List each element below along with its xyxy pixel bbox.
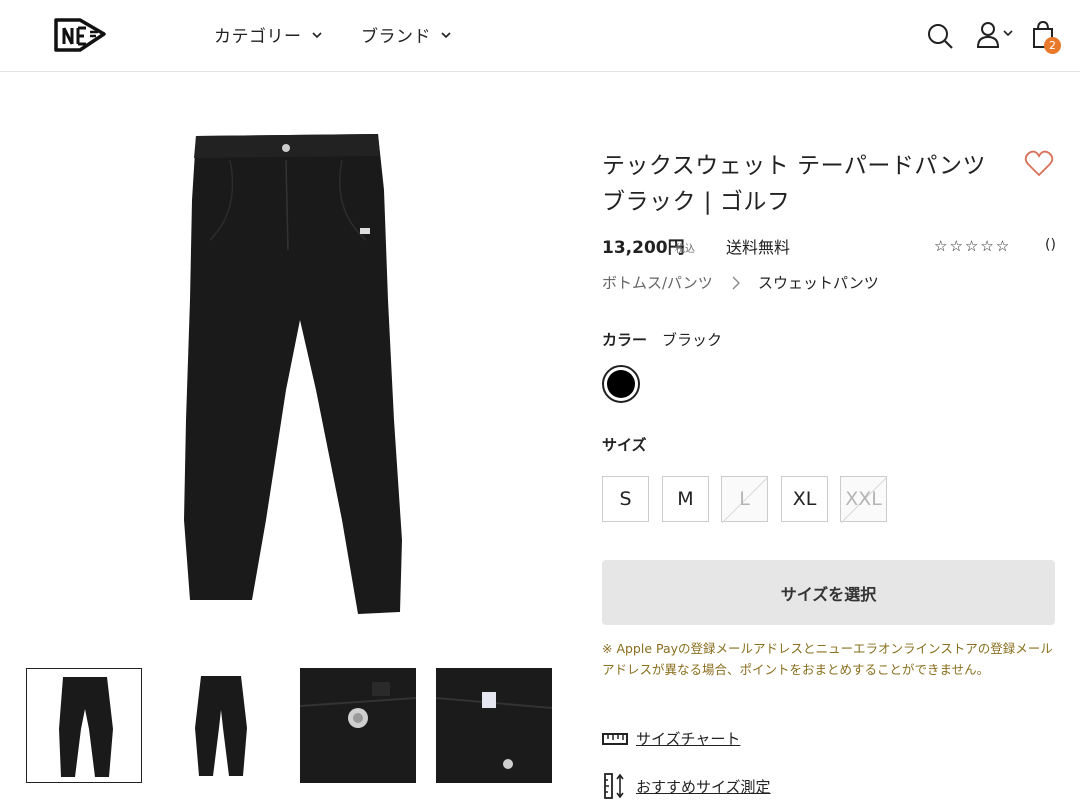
rating-stars[interactable]: ☆☆☆☆☆ bbox=[934, 237, 1011, 255]
breadcrumb-sweatpants[interactable]: スウェットパンツ bbox=[758, 272, 879, 293]
chevron-down-icon bbox=[441, 31, 451, 38]
size-label: サイズ bbox=[602, 436, 647, 454]
color-swatch-black[interactable] bbox=[602, 365, 640, 403]
size-option-label: XXL bbox=[845, 488, 882, 510]
recommended-size-label: おすすめサイズ測定 bbox=[636, 777, 771, 796]
favorite-heart-icon[interactable] bbox=[1024, 150, 1054, 178]
size-option-s[interactable]: S bbox=[602, 476, 649, 522]
chevron-down-icon bbox=[311, 31, 322, 38]
product-title: テックスウェット テーパードパンツ ブラック | ゴルフ bbox=[602, 148, 1002, 220]
size-option-label: XL bbox=[792, 488, 817, 510]
size-option-label: S bbox=[619, 488, 632, 510]
nav-categories[interactable]: カテゴリー bbox=[214, 22, 324, 47]
color-value: ブラック bbox=[662, 331, 723, 349]
size-option-l-unavailable[interactable]: L bbox=[721, 476, 769, 523]
site-header: カテゴリー ブランド 2 bbox=[0, 0, 1080, 72]
ruler-icon bbox=[602, 732, 628, 745]
product-title-line2: ブラック | ゴルフ bbox=[602, 189, 791, 215]
color-label: カラー bbox=[602, 331, 648, 349]
nav-brands[interactable]: ブランド bbox=[361, 22, 453, 47]
brand-logo-icon[interactable] bbox=[54, 16, 106, 54]
select-size-button[interactable]: サイズを選択 bbox=[602, 560, 1055, 625]
thumbnail-detail-waist-image bbox=[436, 668, 552, 783]
thumbnail-front-image bbox=[27, 669, 141, 782]
thumbnail-front[interactable] bbox=[26, 668, 142, 783]
size-option-m[interactable]: M bbox=[662, 476, 709, 522]
cart-count-badge: 2 bbox=[1044, 37, 1061, 54]
size-chart-link[interactable]: サイズチャート bbox=[602, 728, 740, 749]
recommended-size-link[interactable]: おすすめサイズ測定 bbox=[602, 772, 771, 800]
product-main-image[interactable] bbox=[170, 120, 430, 630]
thumbnail-back[interactable] bbox=[163, 668, 279, 783]
tax-label: 税込 bbox=[675, 244, 695, 255]
chevron-right-icon bbox=[732, 276, 740, 290]
color-swatch-fill bbox=[607, 370, 635, 398]
nav-categories-label: カテゴリー bbox=[214, 27, 302, 47]
thumbnail-detail-waist[interactable] bbox=[436, 668, 552, 783]
measure-icon bbox=[604, 773, 624, 799]
product-title-line1: テックスウェット テーパードパンツ bbox=[602, 153, 987, 179]
thumbnail-detail-button[interactable] bbox=[300, 668, 416, 783]
apple-pay-notice: ※ Apple Payの登録メールアドレスとニューエラオンラインストアの登録メー… bbox=[602, 641, 1053, 677]
thumbnail-detail-button-image bbox=[300, 668, 416, 783]
search-icon[interactable] bbox=[926, 22, 954, 50]
nav-brands-label: ブランド bbox=[361, 27, 431, 47]
size-option-xl[interactable]: XL bbox=[781, 476, 828, 522]
thumbnail-back-image bbox=[163, 668, 279, 783]
shipping-label: 送料無料 bbox=[726, 238, 791, 257]
size-option-label: L bbox=[739, 488, 750, 510]
account-icon[interactable] bbox=[976, 20, 1016, 50]
review-count[interactable]: () bbox=[1045, 237, 1056, 253]
size-chart-label: サイズチャート bbox=[636, 730, 741, 748]
size-option-label: M bbox=[677, 488, 694, 510]
product-price: 13,200円 bbox=[602, 238, 685, 258]
size-option-xxl-unavailable[interactable]: XXL bbox=[840, 476, 888, 523]
breadcrumb-bottoms[interactable]: ボトムス/パンツ bbox=[602, 272, 713, 293]
